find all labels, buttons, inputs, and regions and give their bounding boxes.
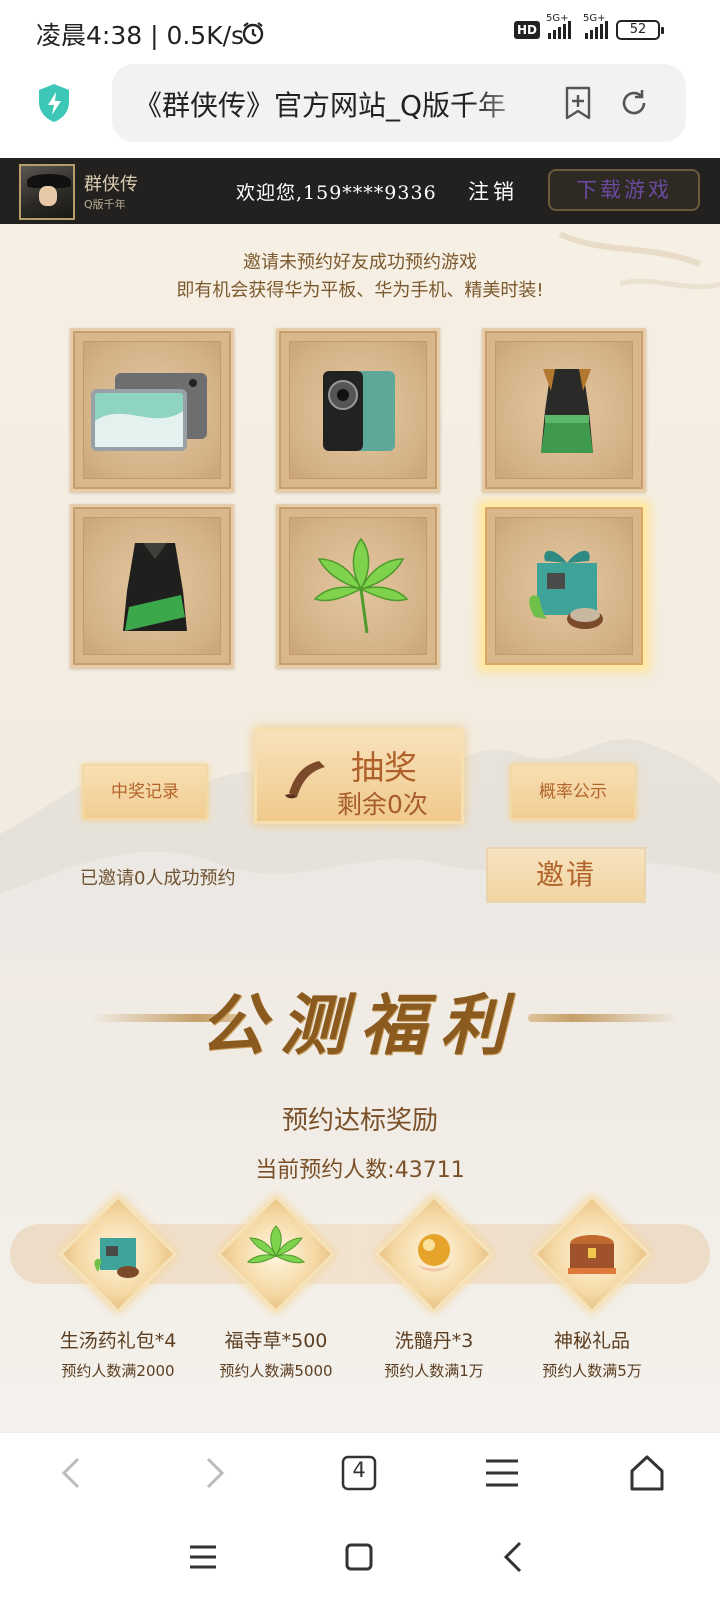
add-bookmark-icon[interactable] [562, 86, 594, 124]
herb-icon [313, 537, 409, 634]
invite-line-2: 即有机会获得华为平板、华为手机、精美时装! [176, 280, 544, 301]
status-bar: 凌晨4:38 | 0.5K/s HD 5G+ 5G+ 52 [0, 0, 720, 64]
status-icons: HD 5G+ 5G+ 52 [513, 13, 664, 40]
welfare-heading: 公测福利 [200, 986, 520, 1064]
gift-box-icon [94, 1238, 139, 1278]
browser-address-bar: 《群侠传》官方网站_Q版千年 [0, 64, 720, 158]
reward-3-condition: 预约人数满1万 [384, 1362, 484, 1380]
herb-icon [247, 1225, 305, 1264]
reward-1-badge [58, 1194, 178, 1314]
invite-button[interactable]: 邀请 [486, 847, 646, 903]
prize-tablet [70, 328, 234, 492]
menu-icon[interactable] [484, 1453, 520, 1497]
probability-button[interactable]: 概率公示 [510, 764, 636, 820]
home-icon[interactable] [628, 1453, 666, 1497]
game-subtitle: Q版千年 [84, 198, 126, 211]
game-header: 群侠传 Q版千年 欢迎您,159****9336 注销 下载游戏 [0, 158, 720, 224]
alarm-icon [240, 20, 266, 50]
reward-4-condition: 预约人数满5万 [542, 1362, 642, 1380]
back-button-icon[interactable] [500, 1540, 526, 1578]
status-time: 凌晨4:38 | 0.5K/s [36, 21, 245, 50]
url-field[interactable]: 《群侠传》官方网站_Q版千年 [112, 64, 686, 142]
reward-3-name: 洗髓丹*3 [394, 1330, 474, 1352]
winning-record-button[interactable]: 中奖记录 [82, 764, 208, 820]
draw-label: 抽奖 [351, 748, 417, 787]
tab-count: 4 [352, 1458, 366, 1482]
draw-button[interactable]: 抽奖 剩余0次 [254, 728, 464, 824]
costume-icon [541, 369, 593, 453]
phone-icon [323, 371, 395, 451]
welcome-text: 欢迎您,159****9336 [236, 182, 437, 204]
reward-2-condition: 预约人数满5000 [219, 1362, 333, 1380]
scroll-icon [285, 761, 325, 799]
prize-herb [276, 504, 440, 668]
system-nav-bar [0, 1518, 720, 1600]
main-content: 邀请未预约好友成功预约游戏 即有机会获得华为平板、华为手机、精美时装! 中奖记录… [0, 224, 720, 1432]
gift-box-icon [529, 550, 603, 629]
forward-arrow-icon[interactable] [200, 1453, 230, 1497]
tablet-icon [91, 373, 207, 451]
shield-bolt-icon[interactable] [36, 82, 72, 128]
logout-link[interactable]: 注销 [468, 176, 518, 206]
prize-phone [276, 328, 440, 492]
hd-badge: HD [513, 21, 540, 39]
home-button-icon[interactable] [344, 1540, 374, 1578]
treasure-chest-icon [568, 1235, 616, 1274]
game-avatar [19, 164, 75, 220]
reservation-count: 当前预约人数:43711 [255, 1158, 465, 1183]
reward-2-name: 福寺草*500 [224, 1330, 328, 1352]
reward-1-condition: 预约人数满2000 [61, 1362, 175, 1380]
download-game-button[interactable]: 下载游戏 [548, 169, 700, 211]
game-name: 群侠传 [84, 174, 138, 195]
welfare-subtitle: 预约达标奖励 [281, 1106, 438, 1136]
browser-toolbar: 4 [0, 1432, 720, 1518]
prize-costume-green [70, 504, 234, 668]
draw-remaining: 剩余0次 [337, 790, 428, 819]
tabs-button[interactable]: 4 [341, 1455, 377, 1495]
signal-icon-1: 5G+ [546, 13, 571, 39]
reward-3-badge [374, 1194, 494, 1314]
reward-4-name: 神秘礼品 [553, 1330, 630, 1352]
reward-2-badge [216, 1194, 336, 1314]
back-arrow-icon[interactable] [56, 1453, 86, 1497]
reward-4-badge [532, 1194, 652, 1314]
invite-line-1: 邀请未预约好友成功预约游戏 [243, 252, 477, 273]
signal-icon-2: 5G+ [583, 13, 608, 39]
recent-apps-icon[interactable] [188, 1540, 218, 1578]
invited-count-text: 已邀请0人成功预约 [80, 868, 236, 889]
reload-icon[interactable] [617, 86, 651, 124]
golden-pill-icon [418, 1234, 450, 1272]
prize-gift-box [482, 504, 646, 668]
reward-1-name: 生汤药礼包*4 [59, 1330, 177, 1352]
battery-icon: 52 [616, 20, 664, 40]
costume-green-icon [123, 543, 187, 631]
prize-costume [482, 328, 646, 492]
